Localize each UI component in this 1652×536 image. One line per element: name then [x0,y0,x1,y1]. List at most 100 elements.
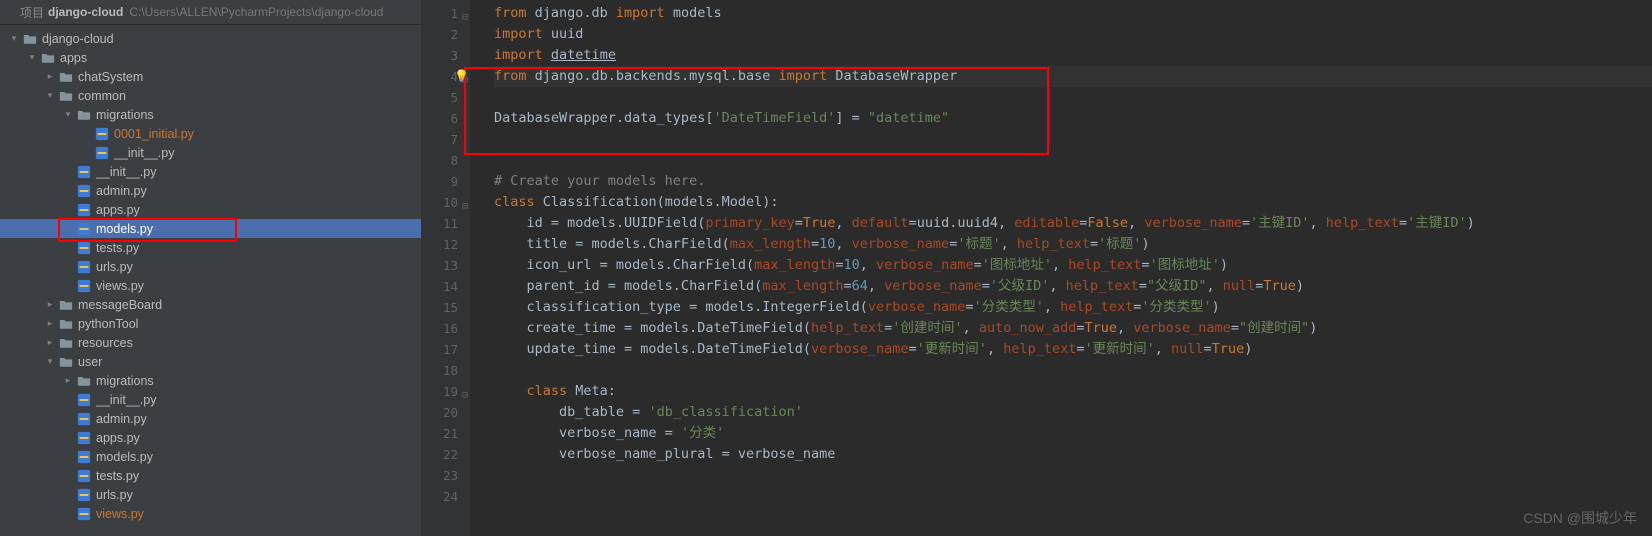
folder-icon [58,297,74,313]
code-area[interactable]: from django.db import modelsimport uuidi… [470,0,1652,536]
code-line[interactable]: import uuid [494,24,1652,45]
tree-item-common[interactable]: ▾ common [0,86,421,105]
tree-item-urls-py[interactable]: ▸urls.py [0,485,421,504]
chevron-down-icon[interactable]: ▾ [62,109,74,120]
code-line[interactable]: DatabaseWrapper.data_types['DateTimeFiel… [494,108,1652,129]
line-number: 7 [422,129,458,150]
tree-item-apps[interactable]: ▾ apps [0,48,421,67]
code-line[interactable] [494,129,1652,150]
code-line[interactable]: import datetime [494,45,1652,66]
tree-item-apps-py[interactable]: ▸apps.py [0,200,421,219]
tree-item-label: apps.py [96,203,140,217]
chevron-down-icon[interactable]: ▾ [44,356,56,367]
code-line[interactable]: title = models.CharField(max_length=10, … [494,234,1652,255]
tree-item-label: tests.py [96,469,139,483]
line-number: 2 [422,24,458,45]
folder-icon [58,335,74,351]
python-file-icon [76,411,92,427]
code-line[interactable] [494,87,1652,108]
tree-item-__init__-py[interactable]: ▸__init__.py [0,162,421,181]
tree-item-label: pythonTool [78,317,138,331]
python-file-icon [76,240,92,256]
python-file-icon [76,430,92,446]
tree-item-label: user [78,355,102,369]
watermark: CSDN @围城少年 [1523,508,1637,528]
line-number: 5 [422,87,458,108]
code-line[interactable]: db_table = 'db_classification' [494,402,1652,423]
python-file-icon [76,259,92,275]
tree-item-__init__-py[interactable]: ▸__init__.py [0,143,421,162]
tree-item-0001_initial-py[interactable]: ▸0001_initial.py [0,124,421,143]
tree-item-label: common [78,89,126,103]
tree-item-messageBoard[interactable]: ▸messageBoard [0,295,421,314]
line-number: 11 [422,213,458,234]
code-line[interactable] [494,150,1652,171]
tree-item-migrations[interactable]: ▾migrations [0,105,421,124]
chevron-right-icon[interactable]: ▸ [62,375,74,386]
code-line[interactable]: from django.db import models [494,3,1652,24]
project-sidebar: 项目 django-cloud C:\Users\ALLEN\PycharmPr… [0,0,422,536]
fold-marker-icon[interactable]: ⊟ [462,385,468,406]
python-file-icon [76,468,92,484]
tree-item-admin-py[interactable]: ▸admin.py [0,409,421,428]
tree-item-views-py[interactable]: ▸views.py [0,504,421,523]
python-file-icon [94,145,110,161]
fold-marker-icon[interactable]: ⊟ [462,7,468,28]
tree-item-label: urls.py [96,488,133,502]
tree-item-admin-py[interactable]: ▸admin.py [0,181,421,200]
chevron-down-icon[interactable]: ▾ [26,52,38,63]
folder-icon [58,354,74,370]
code-line[interactable]: update_time = models.DateTimeField(verbo… [494,339,1652,360]
line-number: 21 [422,423,458,444]
tree-item-models-py[interactable]: ▸models.py [0,447,421,466]
code-line[interactable] [494,360,1652,381]
code-line[interactable]: icon_url = models.CharField(max_length=1… [494,255,1652,276]
intention-bulb-icon[interactable]: 💡 [454,66,469,87]
code-line[interactable]: parent_id = models.CharField(max_length=… [494,276,1652,297]
chevron-right-icon[interactable]: ▸ [44,299,56,310]
folder-icon [58,88,74,104]
tree-item-chatSystem[interactable]: ▸chatSystem [0,67,421,86]
tree-item-tests-py[interactable]: ▸tests.py [0,466,421,485]
chevron-right-icon[interactable]: ▸ [44,337,56,348]
project-name[interactable]: django-cloud [48,5,123,19]
fold-marker-icon[interactable]: ⊟ [462,196,468,217]
project-path: C:\Users\ALLEN\PycharmProjects\django-cl… [129,5,383,19]
tree-item-django-cloud[interactable]: ▾django-cloud [0,29,421,48]
chevron-down-icon[interactable]: ▾ [8,33,20,44]
chevron-down-icon[interactable]: ▾ [44,90,56,101]
code-line[interactable] [494,465,1652,486]
tree-item-views-py[interactable]: ▸views.py [0,276,421,295]
tree-item-label: apps.py [96,431,140,445]
python-file-icon [76,183,92,199]
code-line[interactable]: class Classification(models.Model): [494,192,1652,213]
tree-item-tests-py[interactable]: ▸tests.py [0,238,421,257]
chevron-right-icon[interactable]: ▸ [44,71,56,82]
line-number: 8 [422,150,458,171]
code-line[interactable]: verbose_name_plural = verbose_name [494,444,1652,465]
tree-item-models-py[interactable]: ▸models.py [0,219,421,238]
tree-item-label: apps [60,51,87,65]
tree-item-__init__-py[interactable]: ▸__init__.py [0,390,421,409]
code-line[interactable] [494,486,1652,507]
line-number: 24 [422,486,458,507]
tree-item-urls-py[interactable]: ▸urls.py [0,257,421,276]
code-line[interactable]: # Create your models here. [494,171,1652,192]
code-line[interactable]: class Meta: [494,381,1652,402]
tree-item-pythonTool[interactable]: ▸ pythonTool [0,314,421,333]
tree-item-apps-py[interactable]: ▸apps.py [0,428,421,447]
code-line[interactable]: classification_type = models.IntegerFiel… [494,297,1652,318]
tree-item-resources[interactable]: ▸resources [0,333,421,352]
code-line[interactable]: create_time = models.DateTimeField(help_… [494,318,1652,339]
code-line[interactable]: verbose_name = '分类' [494,423,1652,444]
line-number: 19⊟ [422,381,458,402]
line-number: 3 [422,45,458,66]
code-line[interactable]: id = models.UUIDField(primary_key=True, … [494,213,1652,234]
tree-item-migrations[interactable]: ▸migrations [0,371,421,390]
line-number: 14 [422,276,458,297]
code-editor[interactable]: 1⊟234⊟5678910⊟111213141516171819⊟2021222… [422,0,1652,536]
chevron-right-icon[interactable]: ▸ [44,318,56,329]
file-tree[interactable]: ▾django-cloud▾apps▸chatSystem▾common▾mig… [0,25,421,536]
code-line[interactable]: 💡from django.db.backends.mysql.base impo… [494,66,1652,87]
tree-item-user[interactable]: ▾ user [0,352,421,371]
